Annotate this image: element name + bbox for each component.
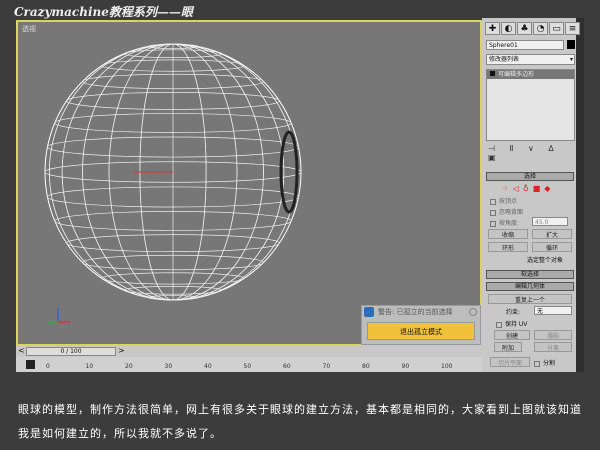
modify-tab-icon[interactable]: ◐: [501, 22, 516, 35]
pupil-edge: [279, 130, 299, 214]
timeline-tick: 40: [204, 363, 212, 370]
timeline-tick: 20: [125, 363, 133, 370]
modifier-stack: 可编辑多边形: [486, 69, 575, 141]
perspective-viewport[interactable]: 透视 警告: 已孤立的当前选择 退出孤立模式: [16, 20, 482, 346]
chevron-down-icon: ▾: [569, 56, 573, 63]
timeline-tick: 60: [283, 363, 291, 370]
rollout-title: 软选择: [520, 271, 539, 278]
stack-item-label: 可编辑多边形: [498, 71, 535, 78]
timeline-tick: 30: [164, 363, 173, 370]
ring-button[interactable]: 环形: [488, 242, 528, 252]
expand-icon[interactable]: [490, 71, 495, 76]
constraint-dropdown[interactable]: 无: [534, 306, 572, 315]
constraint-label: 约束:: [506, 309, 521, 316]
timeline-tick: 90: [401, 363, 410, 370]
repeat-last-button[interactable]: 重复上一个: [488, 294, 572, 304]
frame-thumb[interactable]: 0 / 100: [26, 347, 116, 356]
utilities-tab-icon[interactable]: ≡: [565, 22, 580, 35]
key-mode-icon[interactable]: [26, 360, 35, 369]
detach-button[interactable]: 分离: [534, 342, 572, 352]
stack-tools[interactable]: ⊣ Ⅱ ∨ ∆ ▣: [488, 144, 576, 162]
timeline-tick: 80: [362, 363, 370, 370]
next-frame-button[interactable]: >: [118, 346, 125, 355]
shrink-button[interactable]: 收缩: [488, 229, 528, 239]
caption-text: 眼球的模型，制作方法很简单，网上有很多关于眼球的建立方法，基本都是相同的，大家看…: [18, 403, 582, 440]
command-panel: ✚ ◐ ♣ ◔ ▭ ≡ Sphere01 修改器列表 ▾ 可编辑多边形 ⊣ Ⅱ ∨…: [482, 18, 584, 372]
dropdown-value: 修改器列表: [489, 56, 520, 63]
modifier-list-dropdown[interactable]: 修改器列表 ▾: [486, 54, 575, 65]
timeline-ruler[interactable]: 0 10 20 30 40 50 60 70 80 90 100: [16, 357, 482, 372]
display-tab-icon[interactable]: ▭: [549, 22, 564, 35]
isolate-warning-dialog: 警告: 已孤立的当前选择 退出孤立模式: [361, 305, 481, 345]
timeline-tick: 70: [322, 363, 331, 370]
exit-isolation-button[interactable]: 退出孤立模式: [367, 322, 475, 340]
page-title: Crazymachine教程系列——眼: [14, 5, 193, 19]
rollout-title: 选择: [523, 173, 536, 180]
soft-selection-rollout[interactable]: 软选择: [486, 270, 574, 279]
split-checkbox[interactable]: 分割: [543, 360, 555, 367]
timeline-tick: 10: [85, 363, 94, 370]
object-color-swatch[interactable]: [567, 40, 575, 49]
collapse-button[interactable]: 塌陷: [534, 330, 572, 340]
rollout-title: 编辑几何体: [514, 283, 545, 290]
create-tab-icon[interactable]: ✚: [485, 22, 500, 35]
grow-button[interactable]: 扩大: [532, 229, 572, 239]
subobject-level-icons[interactable]: ⁘◁♁■◆: [502, 184, 554, 193]
selection-rollout[interactable]: 选择: [486, 172, 574, 181]
close-icon[interactable]: [469, 308, 477, 316]
warning-text: 警告: 已孤立的当前选择: [378, 308, 453, 316]
timeline-tick: 0: [46, 363, 50, 370]
sphere-wireframe: [44, 43, 302, 323]
hierarchy-tab-icon[interactable]: ♣: [517, 22, 532, 35]
angle-spinner[interactable]: 45.0: [532, 217, 568, 226]
time-slider[interactable]: < 0 / 100 >: [16, 346, 482, 357]
by-vertex-checkbox[interactable]: 按顶点: [499, 198, 517, 205]
timeline-tick: 100: [441, 363, 453, 370]
preserve-uv-checkbox[interactable]: 保持 UV: [505, 321, 527, 328]
motion-tab-icon[interactable]: ◔: [533, 22, 548, 35]
attach-button[interactable]: 附加: [494, 342, 522, 352]
by-angle-checkbox[interactable]: 按角度:: [499, 220, 519, 227]
loop-button[interactable]: 循环: [532, 242, 572, 252]
slice-plane-button[interactable]: 切片平面: [490, 357, 530, 367]
edit-geometry-rollout[interactable]: 编辑几何体: [486, 282, 574, 291]
object-name-field[interactable]: Sphere01: [486, 40, 564, 50]
timeline-tick: 50: [243, 363, 252, 370]
app-icon: [364, 307, 374, 317]
prev-frame-button[interactable]: <: [18, 346, 25, 355]
create-button[interactable]: 创建: [494, 330, 530, 340]
stack-item-editable-poly[interactable]: 可编辑多边形: [487, 70, 574, 79]
select-whole-object: 选定整个对象: [527, 257, 564, 264]
ignore-backface-checkbox[interactable]: 忽略背面: [499, 209, 523, 216]
